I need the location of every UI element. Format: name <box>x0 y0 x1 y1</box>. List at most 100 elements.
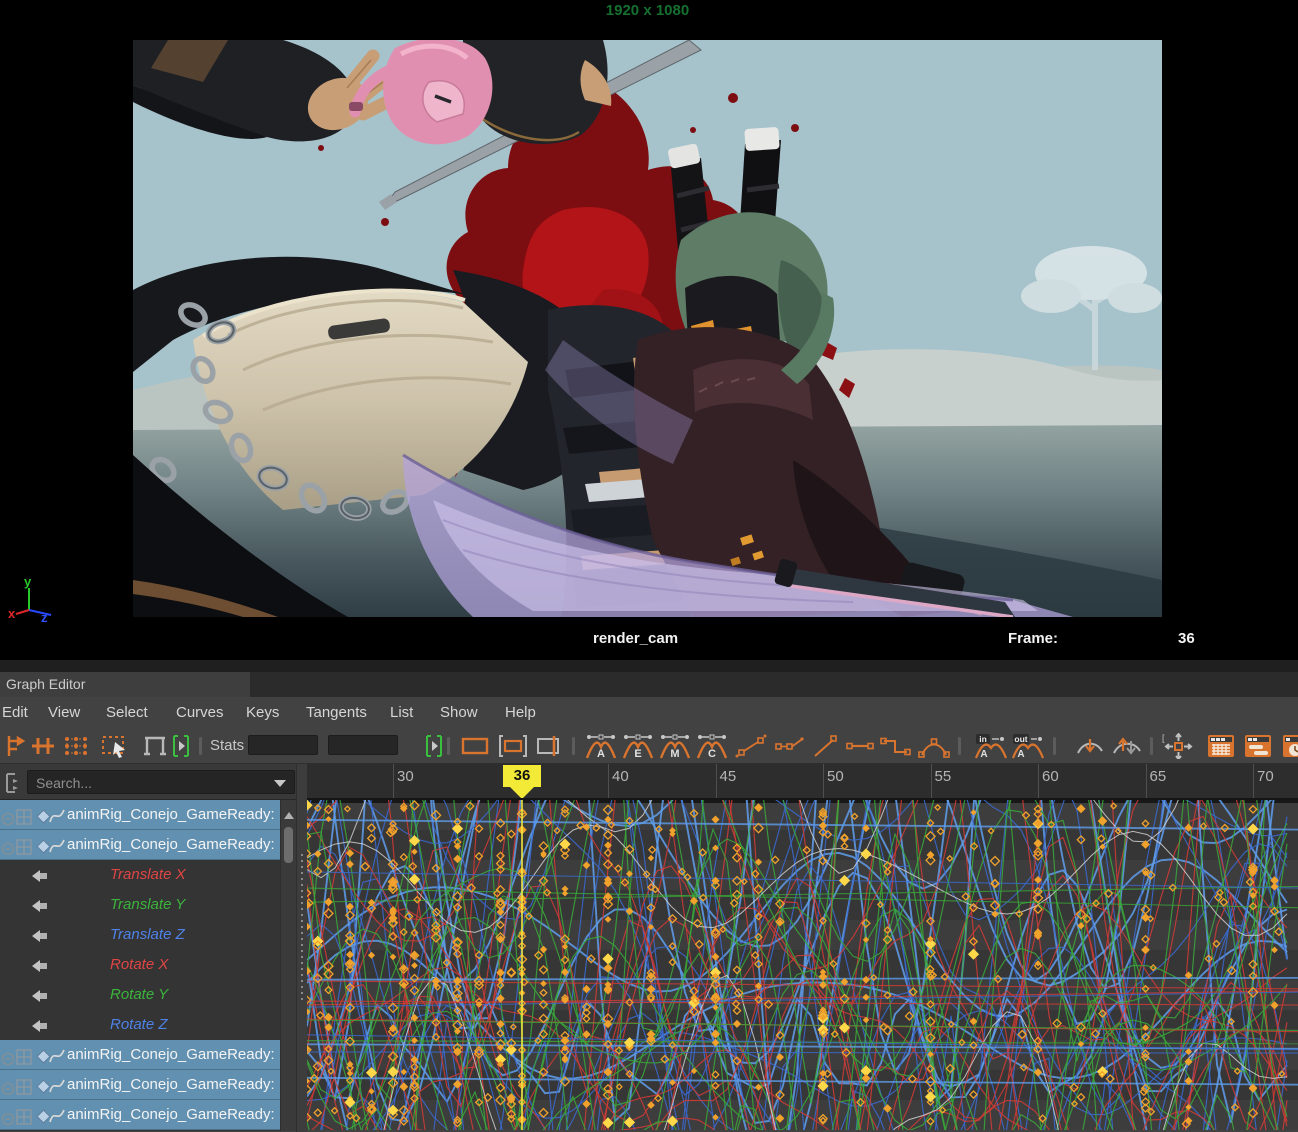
node-label[interactable]: animRig_Conejo_GameReady: <box>67 830 275 860</box>
outliner-node-row[interactable]: animRig_Conejo_GameReady: <box>0 800 280 830</box>
node-label[interactable]: animRig_Conejo_GameReady: <box>67 1040 275 1070</box>
outliner-channel-row[interactable]: Rotate X <box>0 950 280 980</box>
absolute-view-icon[interactable] <box>459 733 491 759</box>
splitter-handle[interactable] <box>301 854 303 1004</box>
auto-mix-tangent-icon[interactable]: M <box>658 733 692 759</box>
menu-help[interactable]: Help <box>505 697 536 728</box>
ruler-tick-label: 55 <box>935 768 952 785</box>
pin-channel-icon[interactable] <box>30 1016 52 1034</box>
menu-curves[interactable]: Curves <box>176 697 224 728</box>
pin-channel-icon[interactable] <box>30 986 52 1004</box>
node-label[interactable]: animRig_Conejo_GameReady: <box>67 800 275 830</box>
pin-channel-icon[interactable] <box>30 896 52 914</box>
move-nearest-key-tool-icon[interactable]: [ <box>1160 733 1198 759</box>
anim-curve-icon <box>47 1046 65 1064</box>
outliner-scrollbar[interactable] <box>280 800 296 1131</box>
outliner-node-row[interactable]: animRig_Conejo_GameReady: <box>0 1070 280 1100</box>
auto-custom-tangent-icon[interactable]: C <box>695 733 729 759</box>
pin-channel-icon[interactable] <box>30 956 52 974</box>
pin-channel-icon[interactable] <box>30 866 52 884</box>
swap-buffer-curve-icon[interactable] <box>1110 733 1144 759</box>
outliner-channel-row[interactable]: Translate X <box>0 860 280 890</box>
menu-view[interactable]: View <box>48 697 80 728</box>
time-ruler[interactable]: 304045505560657036 <box>307 764 1298 800</box>
time-editor-icon[interactable] <box>1281 733 1298 759</box>
node-label[interactable]: animRig_Conejo_GameReady: <box>67 1100 275 1130</box>
scroll-up-icon[interactable] <box>284 812 294 819</box>
toolbar-divider <box>1053 737 1056 755</box>
move-keys-tool-icon[interactable] <box>2 733 28 759</box>
search-input[interactable] <box>34 772 268 794</box>
menu-show[interactable]: Show <box>440 697 478 728</box>
auto-ease-tangent-icon[interactable]: E <box>621 733 655 759</box>
current-frame-flag[interactable]: 36 <box>503 765 541 787</box>
toolbar-divider <box>1150 737 1153 755</box>
outliner-node-row[interactable]: animRig_Conejo_GameReady: <box>0 830 280 860</box>
in-tangent-icon[interactable]: inA <box>974 733 1008 759</box>
node-label[interactable]: animRig_Conejo_GameReady: <box>67 1070 275 1100</box>
search-dropdown-icon[interactable] <box>274 780 286 787</box>
menu-select[interactable]: Select <box>106 697 148 728</box>
viewport-render[interactable] <box>133 40 1162 617</box>
channel-label[interactable]: Translate Z <box>110 920 185 950</box>
scrollbar-thumb[interactable] <box>284 827 293 863</box>
outliner-filter-icon[interactable] <box>3 772 23 799</box>
plateau-tangent-icon[interactable] <box>917 733 951 759</box>
frame-label: Frame: <box>1008 630 1058 647</box>
outliner-node-row[interactable]: animRig_Conejo_GameReady: <box>0 1100 280 1130</box>
menu-keys[interactable]: Keys <box>246 697 279 728</box>
stacked-view-icon[interactable] <box>497 733 529 759</box>
menu-edit[interactable]: Edit <box>2 697 28 728</box>
dope-sheet-icon[interactable] <box>1206 733 1236 759</box>
ruler-tick-label: 60 <box>1042 768 1059 785</box>
outliner-channel-row[interactable]: Translate Y <box>0 890 280 920</box>
channel-label[interactable]: Rotate Y <box>110 980 168 1010</box>
menu-tangents[interactable]: Tangents <box>306 697 367 728</box>
outliner-channel-row[interactable]: Rotate Z <box>0 1010 280 1040</box>
auto-tangent-icon[interactable]: A <box>584 733 618 759</box>
graph-editor-panel: Graph Editor Edit View Select Curves Key… <box>0 660 1298 1132</box>
out-tangent-icon[interactable]: outA <box>1011 733 1045 759</box>
region-keys-tool-icon[interactable] <box>100 733 130 759</box>
outliner-node-row[interactable]: animRig_Conejo_GameReady: <box>0 1040 280 1070</box>
flat-tangent-icon[interactable] <box>845 733 875 759</box>
graph-editor-tab[interactable]: Graph Editor <box>0 672 250 697</box>
expand-toolbar-left-icon[interactable] <box>171 733 191 759</box>
retime-tool-icon[interactable] <box>139 733 171 759</box>
channel-label[interactable]: Translate Y <box>110 890 185 920</box>
outliner-channel-row[interactable]: Rotate Y <box>0 980 280 1010</box>
axis-z-label: z <box>41 610 48 625</box>
stats-value-field[interactable] <box>328 735 398 755</box>
channel-label[interactable]: Rotate X <box>110 950 168 980</box>
curve-canvas[interactable] <box>307 800 1298 1130</box>
ruler-tick <box>823 764 824 798</box>
clamped-tangent-icon[interactable] <box>773 733 805 759</box>
insert-keys-tool-icon[interactable] <box>30 733 56 759</box>
node-grid-icon <box>16 1106 34 1124</box>
panel-gap <box>0 660 1298 672</box>
maya-window: 1920 x 1080 <box>0 0 1298 1132</box>
search-field[interactable] <box>27 770 295 794</box>
lattice-deform-keys-icon[interactable] <box>62 733 90 759</box>
expand-toolbar-right-icon[interactable] <box>424 733 444 759</box>
channel-label[interactable]: Translate X <box>110 860 186 890</box>
panel-splitter[interactable] <box>296 764 307 1132</box>
ruler-tick <box>608 764 609 798</box>
camera-name-label: render_cam <box>593 630 678 647</box>
channel-label[interactable]: Rotate Z <box>110 1010 168 1040</box>
anim-curve-icon <box>47 1076 65 1094</box>
pin-channel-icon[interactable] <box>30 926 52 944</box>
buffer-curve-snapshot-icon[interactable] <box>1074 733 1106 759</box>
outliner-channel-row[interactable]: Translate Z <box>0 920 280 950</box>
ruler-tick-label: 40 <box>612 768 629 785</box>
step-tangent-icon[interactable] <box>879 733 913 759</box>
trax-editor-icon[interactable] <box>1243 733 1273 759</box>
stats-time-field[interactable] <box>248 735 318 755</box>
linear-tangent-icon[interactable] <box>811 733 839 759</box>
anim-curve-icon <box>47 836 65 854</box>
normalized-view-icon[interactable] <box>534 733 566 759</box>
graph-editor-toolbar: Stats A E M C <box>0 728 1298 764</box>
spline-tangent-icon[interactable] <box>735 733 767 759</box>
ruler-tick <box>393 764 394 798</box>
menu-list[interactable]: List <box>390 697 413 728</box>
